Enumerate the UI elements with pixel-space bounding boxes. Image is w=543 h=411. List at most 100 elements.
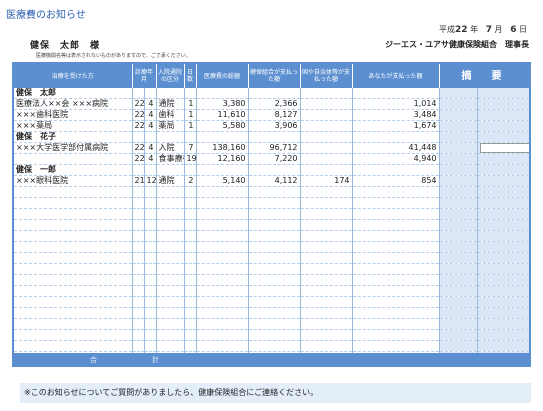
cell-patient: ×××薬局 (14, 120, 133, 132)
cell-insurer: 2,366 (248, 98, 301, 110)
month-unit: 月 (494, 25, 503, 34)
cell-type (156, 88, 185, 99)
col-total-header: 医療費の総額 (196, 64, 249, 88)
cell-type: 歯科 (156, 109, 185, 121)
cell-memo (439, 164, 478, 176)
col-public-header: 国や自治体等が支払った額 (300, 64, 353, 88)
cell-public (300, 197, 353, 209)
cell-total: 11,610 (196, 109, 249, 121)
cell-month: 4 (144, 142, 157, 154)
cell-total (196, 340, 249, 352)
cell-total (196, 219, 249, 231)
cell-month (144, 329, 157, 341)
cell-patient: 健保 太郎 (14, 88, 133, 99)
cell-type (156, 274, 185, 286)
table-row (14, 197, 529, 209)
cell-memo-2 (477, 120, 529, 132)
cell-month (144, 164, 157, 176)
memo-input-box (479, 143, 529, 153)
table-row (14, 241, 529, 253)
cell-memo (439, 340, 478, 352)
cell-patient (14, 153, 133, 165)
cell-total (196, 318, 249, 330)
cell-type (156, 340, 185, 352)
table-row: ×××眼科医院 21 12 通院 2 5,140 4,112 174 854 (14, 175, 529, 187)
cell-days (184, 340, 197, 352)
cell-days: 1 (184, 120, 197, 132)
cell-total (196, 296, 249, 308)
cell-month (144, 252, 157, 264)
cell-type (156, 186, 185, 198)
cell-year (132, 131, 145, 143)
cell-public (300, 208, 353, 220)
table-row (14, 340, 529, 352)
cell-insurer (248, 197, 301, 209)
cell-month: 4 (144, 153, 157, 165)
cell-year: 22 (132, 98, 145, 110)
cell-total: 138,160 (196, 142, 249, 154)
cell-patient (14, 219, 133, 231)
table-row (14, 329, 529, 341)
day-unit: 日 (519, 25, 527, 34)
cell-patient (14, 329, 133, 341)
cell-memo (439, 263, 478, 275)
cell-year (132, 88, 145, 99)
year-unit: 年 (470, 25, 479, 34)
cell-public (300, 131, 353, 143)
recipient-name: 健保 太郎 様 (30, 41, 101, 51)
cell-patient (14, 340, 133, 352)
cell-memo (439, 296, 478, 308)
cell-month (144, 307, 157, 319)
cell-memo (439, 230, 478, 242)
cell-patient (14, 274, 133, 286)
table-row: 224食事療養1912,1607,220 4,940 (14, 153, 529, 165)
table-row: ×××薬局 22 4 薬局 1 5,580 3,906 1,674 (14, 120, 529, 132)
cell-days (184, 88, 197, 99)
cell-total (196, 131, 249, 143)
cell-month (144, 296, 157, 308)
cell-patient: 健保 一郎 (14, 164, 133, 176)
cell-public: 174 (300, 175, 353, 187)
col-month-header: 診療年月 (132, 64, 157, 88)
cell-paid (352, 88, 440, 99)
cell-days (184, 296, 197, 308)
cell-memo-2 (477, 252, 529, 264)
cell-memo-2 (477, 88, 529, 99)
cell-memo (439, 252, 478, 264)
cell-year (132, 307, 145, 319)
cell-days: 19 (184, 153, 197, 165)
cell-paid (352, 131, 440, 143)
cell-patient (14, 241, 133, 253)
cell-insurer (248, 340, 301, 352)
cell-type (156, 252, 185, 264)
cell-public (300, 285, 353, 297)
cell-patient (14, 307, 133, 319)
cell-total (196, 164, 249, 176)
cell-paid (352, 318, 440, 330)
cell-paid (352, 186, 440, 198)
table-row (14, 318, 529, 330)
table-row: ×××歯科医院 22 4 歯科 1 11,610 8,127 3,484 (14, 109, 529, 121)
cell-memo (439, 186, 478, 198)
cell-days (184, 252, 197, 264)
cell-total (196, 252, 249, 264)
cell-year (132, 241, 145, 253)
cell-memo-2 (477, 307, 529, 319)
cell-public (300, 98, 353, 110)
cell-patient: ×××大学医学部付属病院 (14, 142, 133, 154)
cell-public (300, 274, 353, 286)
cell-year (132, 186, 145, 198)
table-row: ×××大学医学部付属病院 22 4 入院 7 138,160 96,712 41,448 (14, 142, 529, 154)
cell-memo-2 (477, 131, 529, 143)
cell-year (132, 285, 145, 297)
cell-type (156, 131, 185, 143)
cell-type (156, 208, 185, 220)
cell-patient (14, 296, 133, 308)
cell-insurer (248, 252, 301, 264)
table-row: 健保 一郎 (14, 164, 529, 176)
col-insurer-header: 健保組合が支払った額 (248, 64, 301, 88)
cell-month (144, 131, 157, 143)
cell-paid (352, 340, 440, 352)
cell-insurer (248, 329, 301, 341)
cell-year (132, 263, 145, 275)
